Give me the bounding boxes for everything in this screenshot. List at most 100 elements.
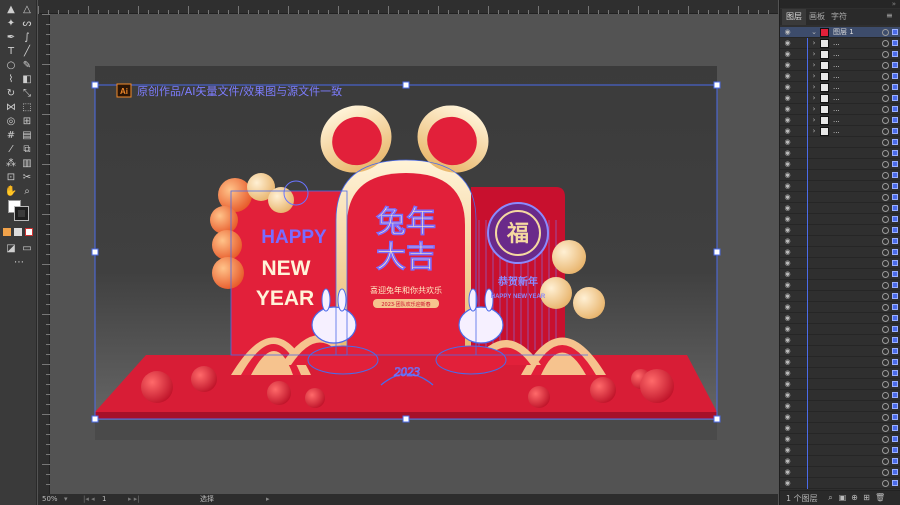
visibility-eye-icon[interactable]: ◉ [783,391,792,399]
visibility-eye-icon[interactable]: ◉ [783,248,792,256]
expand-chevron-icon[interactable]: › [810,82,818,93]
target-circle-icon[interactable] [882,117,889,124]
visibility-eye-icon[interactable]: ◉ [783,457,792,465]
line-tool-icon[interactable]: ╱ [19,45,35,59]
target-circle-icon[interactable] [882,260,889,267]
visibility-eye-icon[interactable]: ◉ [783,226,792,234]
target-circle-icon[interactable] [882,238,889,245]
layer-row[interactable]: ◉ [780,225,900,236]
artboard-prev-icon[interactable]: |◂ ◂ [83,494,95,505]
visibility-eye-icon[interactable]: ◉ [783,28,792,36]
layer-row[interactable]: ◉ [780,258,900,269]
layer-row[interactable]: ◉ [780,159,900,170]
selected-square-icon[interactable] [892,117,898,123]
artboard-number[interactable]: 1 [102,494,106,505]
target-circle-icon[interactable] [882,337,889,344]
edit-toolbar-icon[interactable]: ⋯ [11,256,27,270]
graph-tool-icon[interactable]: ▥ [19,157,35,171]
new-sublayer-icon[interactable]: ⊕ [850,493,859,503]
target-circle-icon[interactable] [882,106,889,113]
selected-square-icon[interactable] [892,392,898,398]
layer-name[interactable]: 图层 1 [833,27,854,38]
screen-mode-icon[interactable]: ▭ [19,242,35,256]
target-circle-icon[interactable] [882,40,889,47]
visibility-eye-icon[interactable]: ◉ [783,138,792,146]
selected-square-icon[interactable] [892,359,898,365]
slice-icon[interactable]: ✂ [19,171,35,185]
layer-row[interactable]: ◉ [780,291,900,302]
gradient-mode-icon[interactable] [14,228,22,236]
expand-chevron-icon[interactable]: › [810,49,818,60]
target-circle-icon[interactable] [882,271,889,278]
visibility-eye-icon[interactable]: ◉ [783,83,792,91]
zoom-level[interactable]: 50% [42,494,58,505]
hand-tool-icon[interactable]: ✋ [3,185,19,199]
paintbrush-icon[interactable]: ✎ [19,59,35,73]
layer-row[interactable]: ◉ [780,401,900,412]
visibility-eye-icon[interactable]: ◉ [783,193,792,201]
visibility-eye-icon[interactable]: ◉ [783,424,792,432]
visibility-eye-icon[interactable]: ◉ [783,358,792,366]
curvature-icon[interactable]: ∫ [19,31,35,45]
selected-square-icon[interactable] [892,62,898,68]
selected-square-icon[interactable] [892,480,898,486]
direct-selection-icon[interactable]: △ [19,3,35,17]
shape-builder-icon[interactable]: ◎ [3,115,19,129]
mesh-icon[interactable]: # [3,129,19,143]
layer-name[interactable]: ... [833,60,840,71]
visibility-eye-icon[interactable]: ◉ [783,39,792,47]
handle-bottom-right[interactable] [713,415,721,423]
expand-chevron-icon[interactable]: › [810,60,818,71]
layer-row[interactable]: ◉ [780,456,900,467]
target-circle-icon[interactable] [882,51,889,58]
target-circle-icon[interactable] [882,172,889,179]
tab-character[interactable]: 字符 [827,9,851,25]
layer-name[interactable]: ... [833,49,840,60]
selected-square-icon[interactable] [892,205,898,211]
layer-name[interactable]: ... [833,93,840,104]
expand-chevron-icon[interactable]: ⌄ [810,27,818,38]
layer-row[interactable]: ◉ [780,181,900,192]
target-circle-icon[interactable] [882,359,889,366]
selected-square-icon[interactable] [892,95,898,101]
layer-row[interactable]: ◉ [780,434,900,445]
expand-chevron-icon[interactable]: › [810,38,818,49]
selected-square-icon[interactable] [892,150,898,156]
target-circle-icon[interactable] [882,95,889,102]
artboard-next-icon[interactable]: ▸ ▸| [128,494,140,505]
target-circle-icon[interactable] [882,161,889,168]
visibility-eye-icon[interactable]: ◉ [783,369,792,377]
document-canvas[interactable]: HAPPY NEW YEAR 兔年 大吉 喜迎兔年和你共欢乐 2023·团队欢乐… [51,15,778,494]
visibility-eye-icon[interactable]: ◉ [783,61,792,69]
target-circle-icon[interactable] [882,304,889,311]
ellipse-tool-icon[interactable]: ○ [3,59,19,73]
selected-square-icon[interactable] [892,381,898,387]
selected-square-icon[interactable] [892,227,898,233]
handle-bottom-left[interactable] [91,415,99,423]
layer-row-top[interactable]: ◉ ⌄ 图层 1 [780,27,900,38]
target-circle-icon[interactable] [882,425,889,432]
visibility-eye-icon[interactable]: ◉ [783,127,792,135]
layer-row[interactable]: ◉ [780,247,900,258]
target-circle-icon[interactable] [882,194,889,201]
expand-chevron-icon[interactable]: › [810,104,818,115]
layer-row[interactable]: ◉ [780,423,900,434]
target-circle-icon[interactable] [882,458,889,465]
target-circle-icon[interactable] [882,205,889,212]
target-circle-icon[interactable] [882,480,889,487]
handle-top-left[interactable] [91,81,99,89]
color-mode-icon[interactable] [3,228,11,236]
target-circle-icon[interactable] [882,84,889,91]
layer-row[interactable]: ◉ [780,269,900,280]
none-mode-icon[interactable] [25,228,33,236]
visibility-eye-icon[interactable]: ◉ [783,237,792,245]
visibility-eye-icon[interactable]: ◉ [783,413,792,421]
scale-icon[interactable]: ⤡ [19,87,35,101]
selected-square-icon[interactable] [892,271,898,277]
visibility-eye-icon[interactable]: ◉ [783,402,792,410]
selected-square-icon[interactable] [892,183,898,189]
layer-row[interactable]: ◉ [780,236,900,247]
visibility-eye-icon[interactable]: ◉ [783,479,792,487]
blend-icon[interactable]: ⧉ [19,143,35,157]
layer-row[interactable]: ◉ [780,346,900,357]
